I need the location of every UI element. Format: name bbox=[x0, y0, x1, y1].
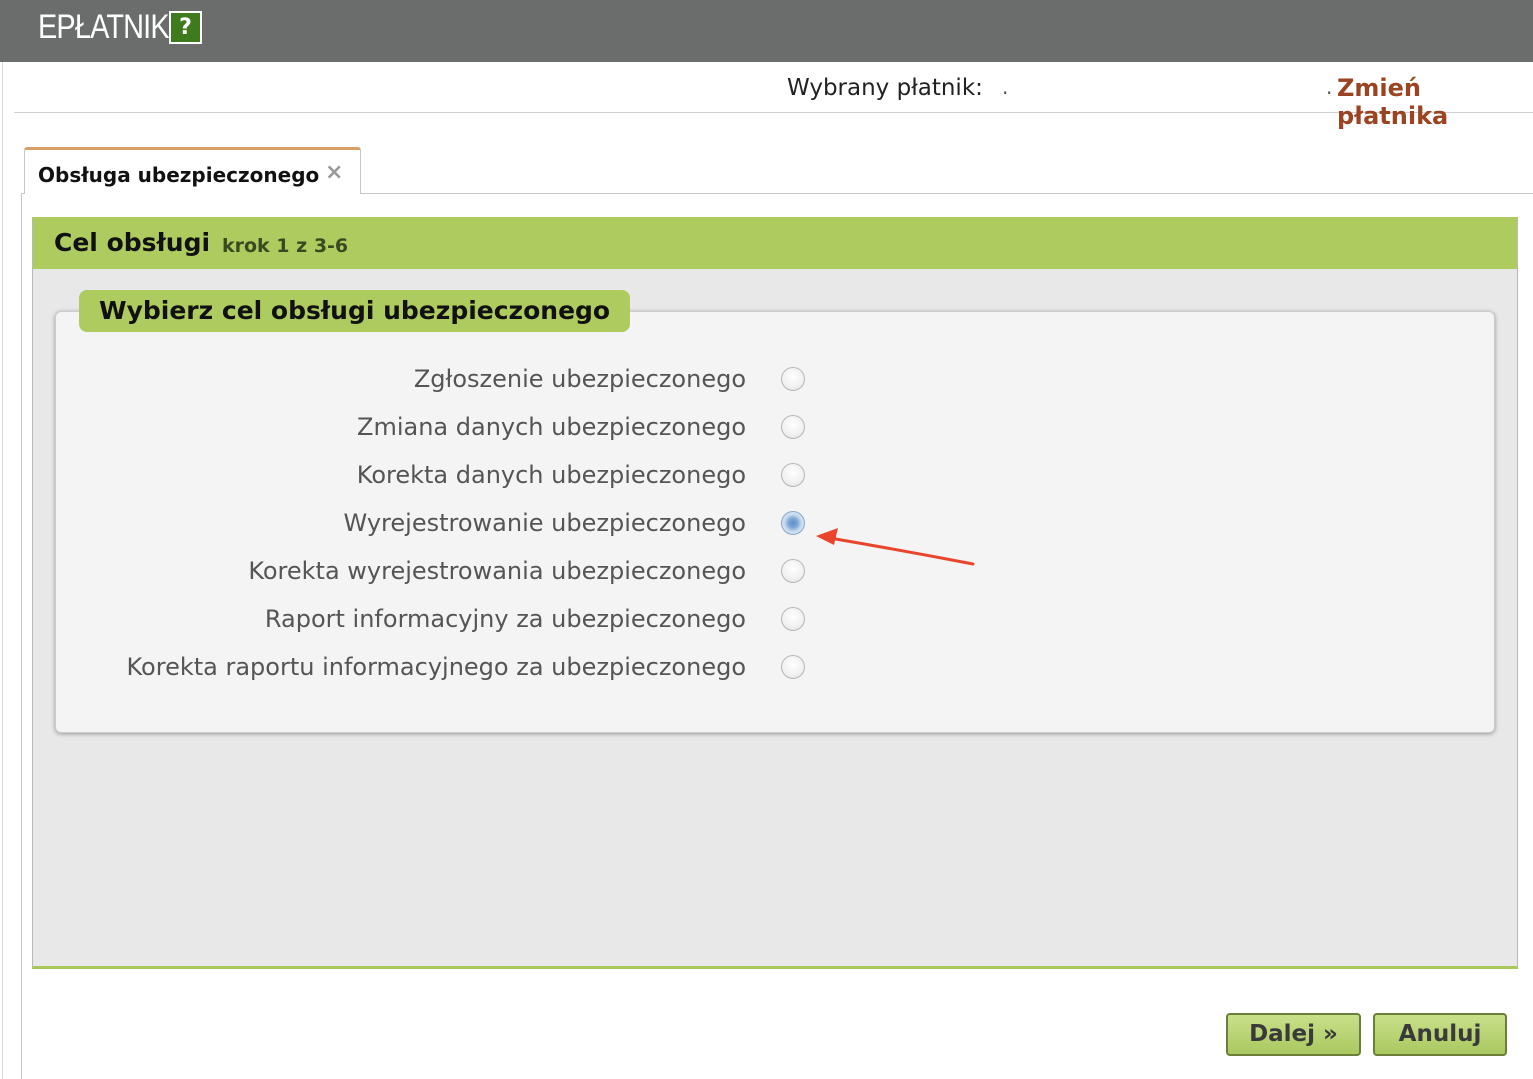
option-row[interactable]: Korekta wyrejestrowania ubezpieczonego bbox=[56, 549, 1496, 593]
left-rule bbox=[2, 62, 3, 1079]
fieldset-legend: Wybierz cel obsługi ubezpieczonego bbox=[79, 290, 631, 332]
option-label[interactable]: Wyrejestrowanie ubezpieczonego bbox=[344, 509, 746, 537]
payer-value: . bbox=[1002, 75, 1009, 99]
option-row[interactable]: Korekta danych ubezpieczonego bbox=[56, 453, 1496, 497]
radio-button[interactable] bbox=[781, 415, 805, 439]
option-row[interactable]: Raport informacyjny za ubezpieczonego bbox=[56, 597, 1496, 641]
option-label[interactable]: Raport informacyjny za ubezpieczonego bbox=[265, 605, 746, 633]
close-icon[interactable]: × bbox=[325, 160, 349, 186]
radio-button[interactable] bbox=[781, 559, 805, 583]
change-payer-link[interactable]: Zmień płatnika bbox=[1337, 74, 1533, 130]
option-label[interactable]: Zmiana danych ubezpieczonego bbox=[357, 413, 746, 441]
wizard-step: krok 1 z 3-6 bbox=[222, 235, 349, 257]
red-arrow-icon bbox=[816, 528, 975, 566]
option-label[interactable]: Korekta wyrejestrowania ubezpieczonego bbox=[248, 557, 746, 585]
purpose-fieldset: Zgłoszenie ubezpieczonego Zmiana danych … bbox=[55, 311, 1495, 733]
radio-button[interactable] bbox=[781, 607, 805, 631]
option-label[interactable]: Korekta danych ubezpieczonego bbox=[357, 461, 746, 489]
app-title: EPŁATNIK bbox=[38, 8, 170, 46]
payer-label: Wybrany płatnik: bbox=[787, 75, 983, 101]
cancel-button[interactable]: Anuluj bbox=[1373, 1013, 1507, 1056]
wizard-title: Cel obsługi bbox=[54, 228, 211, 257]
radio-button[interactable] bbox=[781, 367, 805, 391]
option-row[interactable]: Wyrejestrowanie ubezpieczonego bbox=[56, 501, 1496, 545]
tab-label: Obsługa ubezpieczonego bbox=[38, 163, 320, 187]
wizard-header: Cel obsługi krok 1 z 3-6 bbox=[33, 217, 1517, 269]
radio-button-checked[interactable] bbox=[781, 511, 805, 535]
option-row[interactable]: Zgłoszenie ubezpieczonego bbox=[56, 357, 1496, 401]
radio-button[interactable] bbox=[781, 655, 805, 679]
wizard-panel: Cel obsługi krok 1 z 3-6 Wybierz cel obs… bbox=[32, 217, 1518, 969]
option-label[interactable]: Zgłoszenie ubezpieczonego bbox=[414, 365, 746, 393]
tab-insured-service[interactable]: Obsługa ubezpieczonego × bbox=[24, 147, 361, 194]
help-icon[interactable]: ? bbox=[169, 11, 202, 44]
option-label[interactable]: Korekta raportu informacyjnego za ubezpi… bbox=[127, 653, 747, 681]
top-bar: EPŁATNIK ? bbox=[0, 0, 1533, 62]
option-row[interactable]: Zmiana danych ubezpieczonego bbox=[56, 405, 1496, 449]
option-row[interactable]: Korekta raportu informacyjnego za ubezpi… bbox=[56, 645, 1496, 689]
payer-change-prefix: . bbox=[1326, 75, 1333, 99]
payer-row: Wybrany płatnik: . . Zmień płatnika bbox=[14, 62, 1533, 130]
radio-button[interactable] bbox=[781, 463, 805, 487]
next-button[interactable]: Dalej » bbox=[1226, 1013, 1361, 1056]
